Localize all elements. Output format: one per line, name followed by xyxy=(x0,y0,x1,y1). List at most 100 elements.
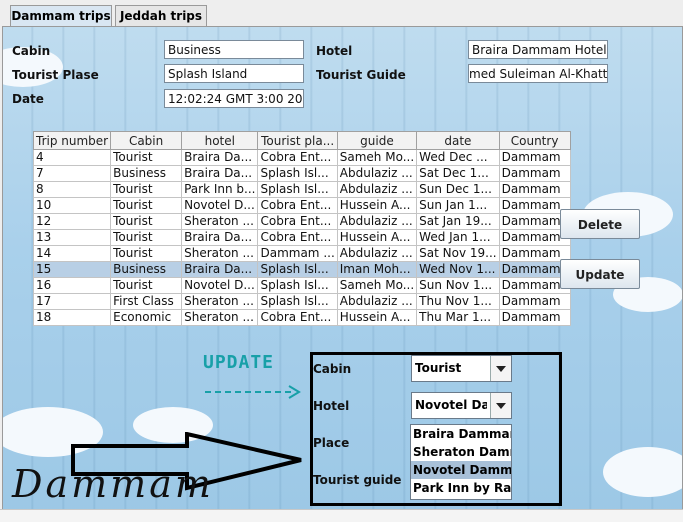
table-cell[interactable]: Hussein A... xyxy=(336,309,418,326)
table-row[interactable]: 10 Tourist Novotel D... Cobra Ent... Hussein… xyxy=(32,197,571,214)
table-cell[interactable]: Business xyxy=(110,261,183,278)
table-cell[interactable]: Splash Isl... xyxy=(257,293,338,310)
table-cell[interactable]: Sat Jan 19... xyxy=(416,213,500,230)
table-cell[interactable]: 12 xyxy=(32,213,112,230)
cabin-field[interactable]: Business xyxy=(164,40,304,59)
table-cell[interactable]: Tourist xyxy=(110,197,183,214)
table-cell[interactable]: Cobra Ent... xyxy=(257,213,338,230)
table-cell[interactable]: Novotel D... xyxy=(181,277,259,294)
column-header[interactable]: guide xyxy=(336,131,418,150)
update-cabin-combo[interactable]: Tourist xyxy=(411,355,512,382)
table-cell[interactable]: Braira Da... xyxy=(181,165,259,182)
tourist-place-field[interactable]: Splash Island xyxy=(164,64,304,83)
table-cell[interactable]: Abdulaziz ... xyxy=(336,165,418,182)
column-header[interactable]: Cabin xyxy=(110,131,183,150)
table-cell[interactable]: Sun Jan 1... xyxy=(416,197,500,214)
table-cell[interactable]: Braira Da... xyxy=(181,229,259,246)
table-cell[interactable]: Sheraton ... xyxy=(181,309,259,326)
date-field[interactable]: 12:02:24 GMT 3:00 2020 xyxy=(164,89,304,108)
table-cell[interactable]: Sat Nov 19... xyxy=(416,245,500,262)
table-row[interactable]: 16 Tourist Novotel D... Splash Isl... Sameh … xyxy=(32,277,571,294)
tab-dammam-trips[interactable]: Dammam trips xyxy=(10,5,112,27)
table-cell[interactable]: Splash Isl... xyxy=(257,277,338,294)
table-cell[interactable]: Cobra Ent... xyxy=(257,309,338,326)
table-cell[interactable]: Thu Nov 1... xyxy=(416,293,500,310)
table-cell[interactable]: 7 xyxy=(32,165,112,182)
table-cell[interactable]: 10 xyxy=(32,197,112,214)
table-row[interactable]: 17 First Class Sheraton ... Splash Isl... Ab… xyxy=(32,293,571,310)
delete-button[interactable]: Delete xyxy=(560,209,640,239)
tab-jeddah-trips[interactable]: Jeddah trips xyxy=(115,5,207,26)
table-cell[interactable]: Cobra Ent... xyxy=(257,229,338,246)
column-header[interactable]: Tourist pla... xyxy=(257,131,338,150)
table-cell[interactable]: Abdulaziz ... xyxy=(336,181,418,198)
table-cell[interactable]: Tourist xyxy=(110,213,183,230)
table-cell[interactable]: 15 xyxy=(32,261,112,278)
table-row[interactable]: 7 Business Braira Da... Splash Isl... Abdula… xyxy=(32,165,571,182)
table-cell[interactable]: First Class xyxy=(110,293,183,310)
chevron-down-icon[interactable] xyxy=(490,393,511,418)
table-cell[interactable]: Hussein A... xyxy=(336,229,418,246)
table-cell[interactable]: Sun Nov 1... xyxy=(416,277,500,294)
table-cell[interactable]: Sheraton ... xyxy=(181,213,259,230)
column-header[interactable]: Trip number xyxy=(32,131,112,150)
table-cell[interactable]: 18 xyxy=(32,309,112,326)
column-header[interactable]: hotel xyxy=(181,131,259,150)
table-cell[interactable]: Sat Dec 1... xyxy=(416,165,500,182)
table-cell[interactable]: Dammam xyxy=(498,149,571,166)
table-cell[interactable]: Iman Moh... xyxy=(336,261,418,278)
table-cell[interactable]: Park Inn b... xyxy=(181,181,259,198)
table-cell[interactable]: Splash Isl... xyxy=(257,181,338,198)
table-cell[interactable]: Braira Da... xyxy=(181,149,259,166)
dropdown-option[interactable]: Park Inn by Radis xyxy=(411,479,511,497)
table-cell[interactable]: Sheraton ... xyxy=(181,293,259,310)
table-cell[interactable]: Hussein A... xyxy=(336,197,418,214)
table-cell[interactable]: Sun Dec 1... xyxy=(416,181,500,198)
update-hotel-combo[interactable]: Novotel Da... xyxy=(411,392,512,419)
tourist-guide-field[interactable]: med Suleiman Al-Khattaf xyxy=(468,64,608,83)
table-cell[interactable]: 17 xyxy=(32,293,112,310)
table-cell[interactable]: Wed Nov 1... xyxy=(416,261,500,278)
table-cell[interactable]: Economic xyxy=(110,309,183,326)
table-cell[interactable]: Tourist xyxy=(110,181,183,198)
column-header[interactable]: Country xyxy=(498,131,571,150)
table-cell[interactable]: Tourist xyxy=(110,245,183,262)
table-cell[interactable]: Sameh Mo... xyxy=(336,149,418,166)
table-cell[interactable]: Business xyxy=(110,165,183,182)
table-cell[interactable]: Sameh Mo... xyxy=(336,277,418,294)
table-cell[interactable]: 13 xyxy=(32,229,112,246)
table-cell[interactable]: Tourist xyxy=(110,277,183,294)
table-row[interactable]: 14 Tourist Sheraton ... Dammam ... Abdulaziz… xyxy=(32,245,571,262)
table-cell[interactable]: Abdulaziz ... xyxy=(336,213,418,230)
table-cell[interactable]: Splash Isl... xyxy=(257,261,338,278)
table-cell[interactable]: 4 xyxy=(32,149,112,166)
table-cell[interactable]: Wed Dec ... xyxy=(416,149,500,166)
table-cell[interactable]: Dammam xyxy=(498,165,571,182)
dropdown-option-highlighted[interactable]: Novotel Dammam xyxy=(411,461,511,479)
column-header[interactable]: date xyxy=(416,131,500,150)
table-row[interactable]: 4 Tourist Braira Da... Cobra Ent... Sameh Mo… xyxy=(32,149,571,166)
dropdown-option[interactable]: Sheraton Damma xyxy=(411,443,511,461)
table-row[interactable]: 8 Tourist Park Inn b... Splash Isl... Abdula… xyxy=(32,181,571,198)
table-cell[interactable]: 16 xyxy=(32,277,112,294)
update-button[interactable]: Update xyxy=(560,259,640,289)
table-cell[interactable]: Novotel D... xyxy=(181,197,259,214)
table-cell[interactable]: Wed Jan 1... xyxy=(416,229,500,246)
chevron-down-icon[interactable] xyxy=(490,356,511,381)
table-cell[interactable]: Braira Da... xyxy=(181,261,259,278)
table-cell[interactable]: Thu Mar 1... xyxy=(416,309,500,326)
table-cell[interactable]: 14 xyxy=(32,245,112,262)
dropdown-option[interactable]: Braira Dammam xyxy=(411,425,511,443)
table-cell[interactable]: Dammam xyxy=(498,181,571,198)
table-cell[interactable]: Splash Isl... xyxy=(257,165,338,182)
table-cell[interactable]: Dammam ... xyxy=(257,245,338,262)
table-cell[interactable]: Tourist xyxy=(110,229,183,246)
table-cell[interactable]: 8 xyxy=(32,181,112,198)
table-cell[interactable]: Cobra Ent... xyxy=(257,149,338,166)
table-cell[interactable]: Abdulaziz ... xyxy=(336,245,418,262)
table-cell[interactable]: Abdulaziz ... xyxy=(336,293,418,310)
table-row[interactable]: 12 Tourist Sheraton ... Cobra Ent... Abdulaz… xyxy=(32,213,571,230)
table-cell[interactable]: Tourist xyxy=(110,149,183,166)
table-row[interactable]: 15 Business Braira Da... Splash Isl... Iman … xyxy=(32,261,571,278)
table-cell[interactable]: Dammam xyxy=(498,293,571,310)
